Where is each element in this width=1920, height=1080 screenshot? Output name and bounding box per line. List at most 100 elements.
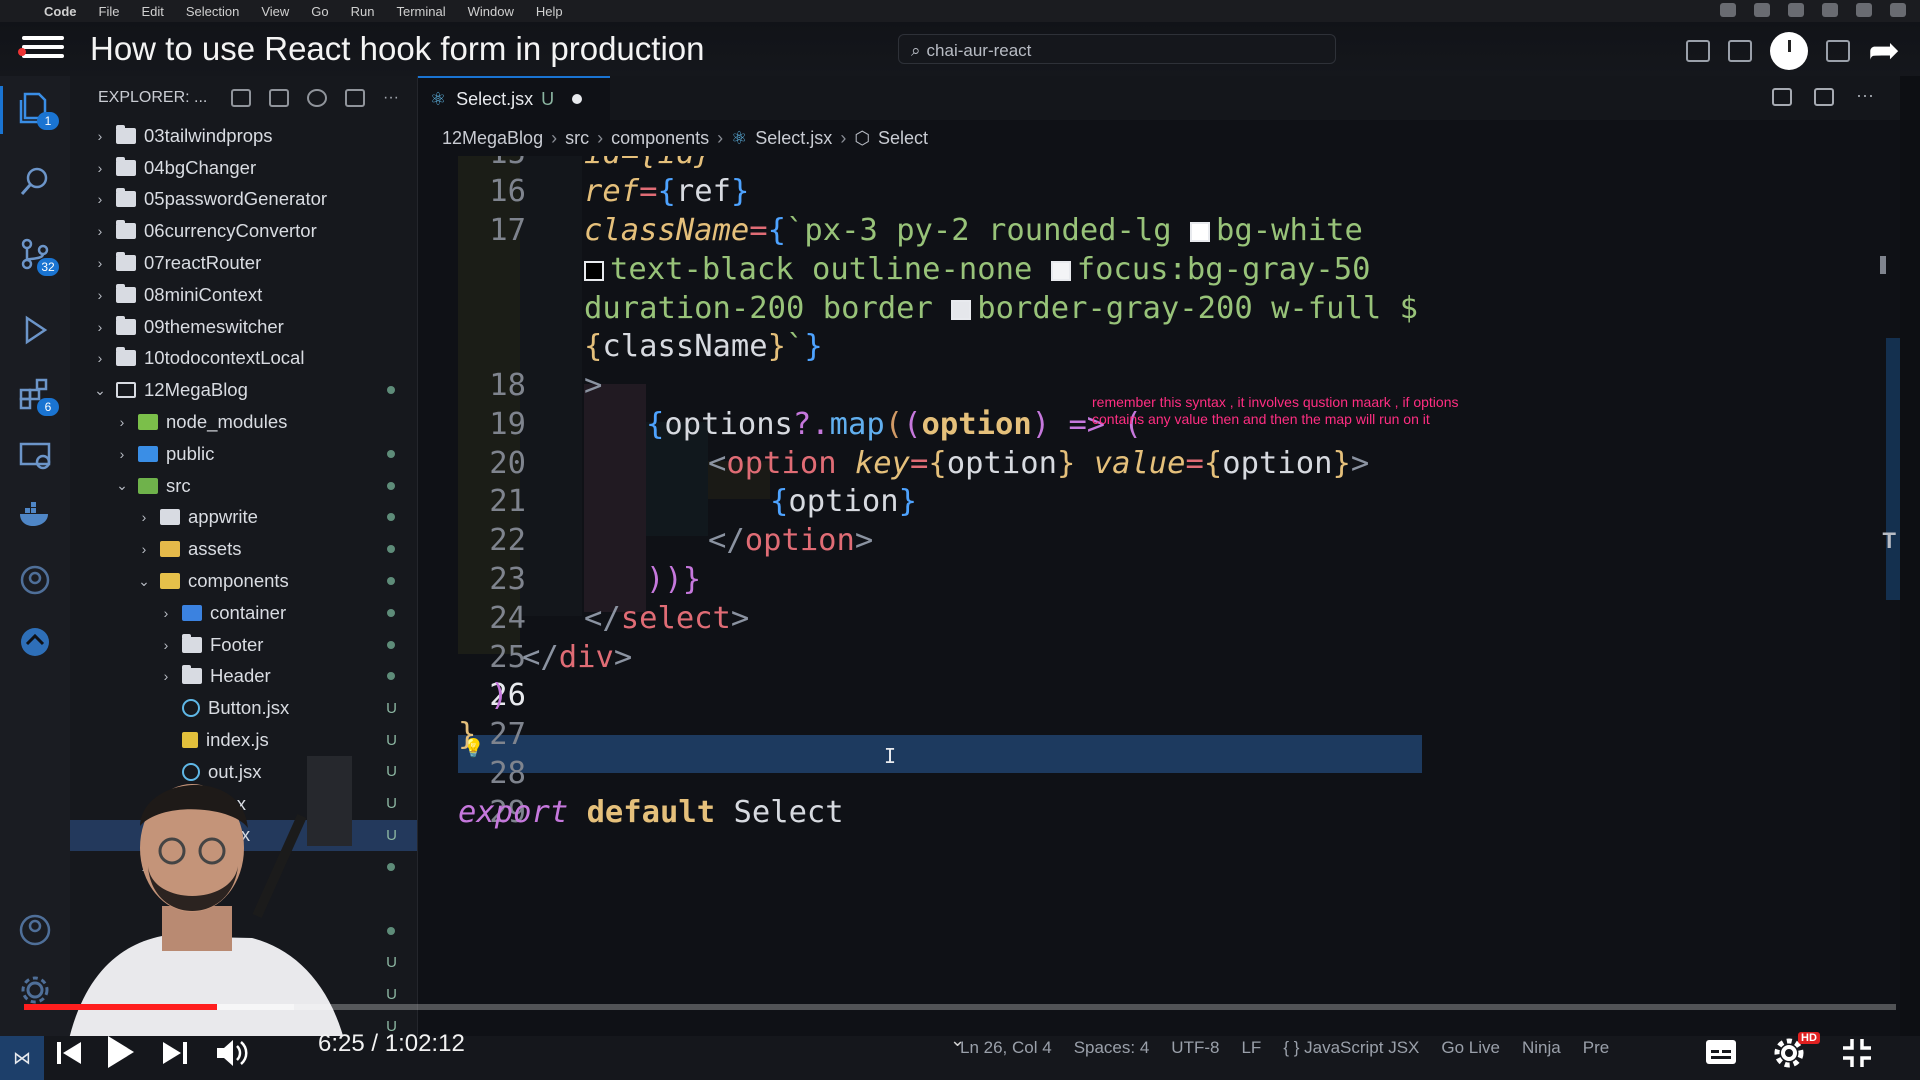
tree-item[interactable]: › node_modules [70,406,417,438]
menu-go[interactable]: Go [311,4,328,19]
tree-item[interactable]: › 06currencyConvertor [70,215,417,247]
customize-layout-icon[interactable] [1826,40,1851,62]
tree-item[interactable]: ⌄ components [70,565,417,597]
breadcrumb-file[interactable]: Select.jsx [755,128,832,149]
chevron-right-icon[interactable]: › [90,255,110,271]
remote-explorer-icon[interactable] [17,438,53,474]
menu-window[interactable]: Window [468,4,514,19]
tree-item[interactable]: Button.jsx U [70,692,417,724]
chevron-right-icon[interactable]: › [90,223,110,239]
chevron-right-icon[interactable]: › [156,637,176,653]
github-icon[interactable] [1788,3,1804,17]
chevron-right-icon[interactable]: › [134,541,154,557]
tree-item[interactable]: › 03tailwindprops [70,120,417,152]
volume-icon[interactable] [214,1036,248,1070]
window-layout-icon[interactable] [1754,3,1770,17]
chevron-right-icon[interactable]: › [134,509,154,525]
tab-select-jsx[interactable]: ⚛ Select.jsx U [418,76,610,120]
explorer-icon[interactable]: 1 [17,90,59,130]
tree-item[interactable]: › 04bgChanger [70,152,417,184]
code-editor[interactable]: 💡 15 16 17 18 19 20 21 22 23 24 25 26 27… [418,156,1858,1036]
chevron-right-icon[interactable]: › [156,668,176,684]
tree-item[interactable]: › Header [70,661,417,693]
collapse-all-icon[interactable] [345,89,366,107]
video-progress-track[interactable] [24,1004,1896,1010]
toggle-panel-icon[interactable] [1728,40,1753,62]
menu-terminal[interactable]: Terminal [397,4,446,19]
siri-icon[interactable] [1890,3,1906,17]
video-progress-played[interactable] [24,1004,217,1010]
chevron-right-icon[interactable]: › [112,414,132,430]
chevron-right-icon[interactable]: › [90,160,110,176]
live-share-icon[interactable] [17,624,53,660]
open-changes-icon[interactable] [1772,88,1792,106]
tree-item[interactable]: index.js U [70,724,417,756]
video-title[interactable]: How to use React hook form in production [90,30,704,68]
color-swatch[interactable] [584,261,604,281]
sidebar-toggle-icon[interactable] [1720,3,1736,17]
source-control-icon[interactable]: 32 [17,236,59,276]
chevron-right-icon[interactable]: › [156,605,176,621]
menu-run[interactable]: Run [351,4,375,19]
share-icon[interactable]: ➦ [1868,32,1900,70]
wifi-icon[interactable] [1822,3,1838,17]
new-folder-icon[interactable] [269,89,290,107]
menu-app[interactable]: Code [44,4,77,19]
next-video-icon[interactable] [160,1038,190,1068]
chevron-down-icon[interactable]: ⌄ [134,573,154,590]
menu-edit[interactable]: Edit [141,4,163,19]
chevron-right-icon[interactable]: › [112,446,132,462]
tree-item[interactable]: › 09themeswitcher [70,311,417,343]
tree-item[interactable]: › 05passwordGenerator [70,184,417,216]
tree-item[interactable]: › Footer [70,629,417,661]
accounts-icon[interactable] [17,912,53,948]
chevron-right-icon[interactable]: › [90,191,110,207]
chevron-right-icon[interactable]: › [90,287,110,303]
menu-view[interactable]: View [261,4,289,19]
new-file-icon[interactable] [231,89,252,107]
toggle-primary-sidebar-icon[interactable] [1686,40,1711,62]
breadcrumb-src[interactable]: src [565,128,589,149]
previous-video-icon[interactable] [54,1038,84,1068]
color-swatch[interactable] [1050,261,1071,281]
breadcrumb-components[interactable]: components [611,128,709,149]
color-swatch[interactable] [1190,222,1210,242]
menu-file[interactable]: File [99,4,120,19]
tree-item[interactable]: › assets [70,533,417,565]
split-editor-icon[interactable] [1814,88,1834,106]
menu-selection[interactable]: Selection [186,4,239,19]
scrollbar-slider[interactable] [1886,338,1900,600]
chevron-down-icon[interactable]: ⌄ [90,382,110,399]
subtitles-icon[interactable] [1704,1038,1738,1066]
fullscreen-exit-icon[interactable] [1840,1036,1874,1070]
command-center-search[interactable]: ⌕ chai-aur-react [898,34,1336,64]
unsaved-dot-icon[interactable] [572,94,583,104]
breadcrumb-symbol[interactable]: Select [878,128,928,149]
control-center-icon[interactable] [1856,3,1872,17]
menu-help[interactable]: Help [536,4,563,19]
tree-item[interactable]: › public [70,438,417,470]
tree-item[interactable]: › container [70,597,417,629]
tree-item[interactable]: › 08miniContext [70,279,417,311]
tree-item[interactable]: › 07reactRouter [70,247,417,279]
refresh-icon[interactable] [307,89,328,107]
manage-gear-icon[interactable] [17,972,53,1008]
chevron-down-icon[interactable]: ⌄ [112,477,132,494]
tree-item[interactable]: › appwrite [70,502,417,534]
extensions-icon[interactable]: 6 [17,376,59,416]
chevron-right-icon[interactable]: › [90,128,110,144]
tree-item[interactable]: ⌄ 12MegaBlog [70,374,417,406]
github-pr-icon[interactable] [17,562,53,598]
breadcrumb-project[interactable]: 12MegaBlog [442,128,543,149]
chevron-right-icon[interactable]: › [90,319,110,335]
search-view-icon[interactable] [17,164,53,200]
play-icon[interactable] [100,1032,140,1072]
playlist-menu-icon[interactable] [18,36,64,64]
watch-later-icon[interactable] [1770,32,1809,70]
tree-item[interactable]: › 10todocontextLocal [70,343,417,375]
docker-icon[interactable] [17,496,53,532]
color-swatch[interactable] [951,300,972,320]
chevron-right-icon[interactable]: › [90,350,110,366]
run-debug-icon[interactable] [17,312,53,348]
editor-more-icon[interactable]: ··· [1856,86,1876,106]
